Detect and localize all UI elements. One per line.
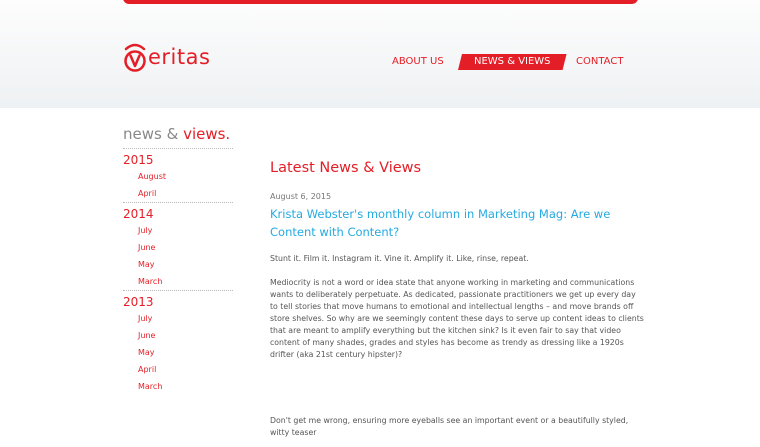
archive-month[interactable]: April: [123, 185, 233, 202]
archive-month[interactable]: July: [123, 222, 233, 239]
archive-month[interactable]: April: [123, 361, 233, 378]
main-nav: ABOUT US NEWS & VIEWS CONTACT: [0, 54, 760, 70]
post-title-link[interactable]: Krista Webster's monthly column in Marke…: [270, 205, 645, 241]
sidebar-title-views: views.: [183, 125, 231, 143]
nav-contact[interactable]: CONTACT: [576, 54, 623, 70]
archive-year-2014[interactable]: 2014: [123, 203, 233, 222]
archive-year-2013[interactable]: 2013: [123, 291, 233, 310]
page-title: Latest News & Views: [270, 160, 422, 176]
sidebar-title-news: news &: [123, 125, 184, 143]
archive-month[interactable]: August: [123, 168, 233, 185]
sidebar-title: news & views.: [123, 124, 233, 144]
nav-about-us[interactable]: ABOUT US: [392, 54, 444, 70]
top-accent-bar: [123, 0, 638, 4]
site-header: eritas ABOUT US NEWS & VIEWS CONTACT: [0, 0, 760, 108]
archive-month[interactable]: May: [123, 344, 233, 361]
archive-sidebar: news & views. 2015 August April 2014 Jul…: [123, 124, 233, 395]
post-paragraph: Mediocrity is not a word or idea state t…: [270, 278, 644, 359]
archive-month[interactable]: July: [123, 310, 233, 327]
post-paragraph: Don't get me wrong, ensuring more eyebal…: [270, 416, 629, 437]
archive-month[interactable]: March: [123, 378, 233, 395]
archive-year-2015[interactable]: 2015: [123, 149, 233, 168]
archive-month[interactable]: May: [123, 256, 233, 273]
archive-month[interactable]: March: [123, 273, 233, 290]
nav-news-views[interactable]: NEWS & VIEWS: [458, 54, 567, 70]
archive-month[interactable]: June: [123, 327, 233, 344]
main-content: Latest News & Views August 6, 2015 Krist…: [270, 158, 645, 447]
archive-month[interactable]: June: [123, 239, 233, 256]
post-paragraph: Stunt it. Film it. Instagram it. Vine it…: [270, 254, 529, 263]
post-date: August 6, 2015: [270, 192, 332, 201]
